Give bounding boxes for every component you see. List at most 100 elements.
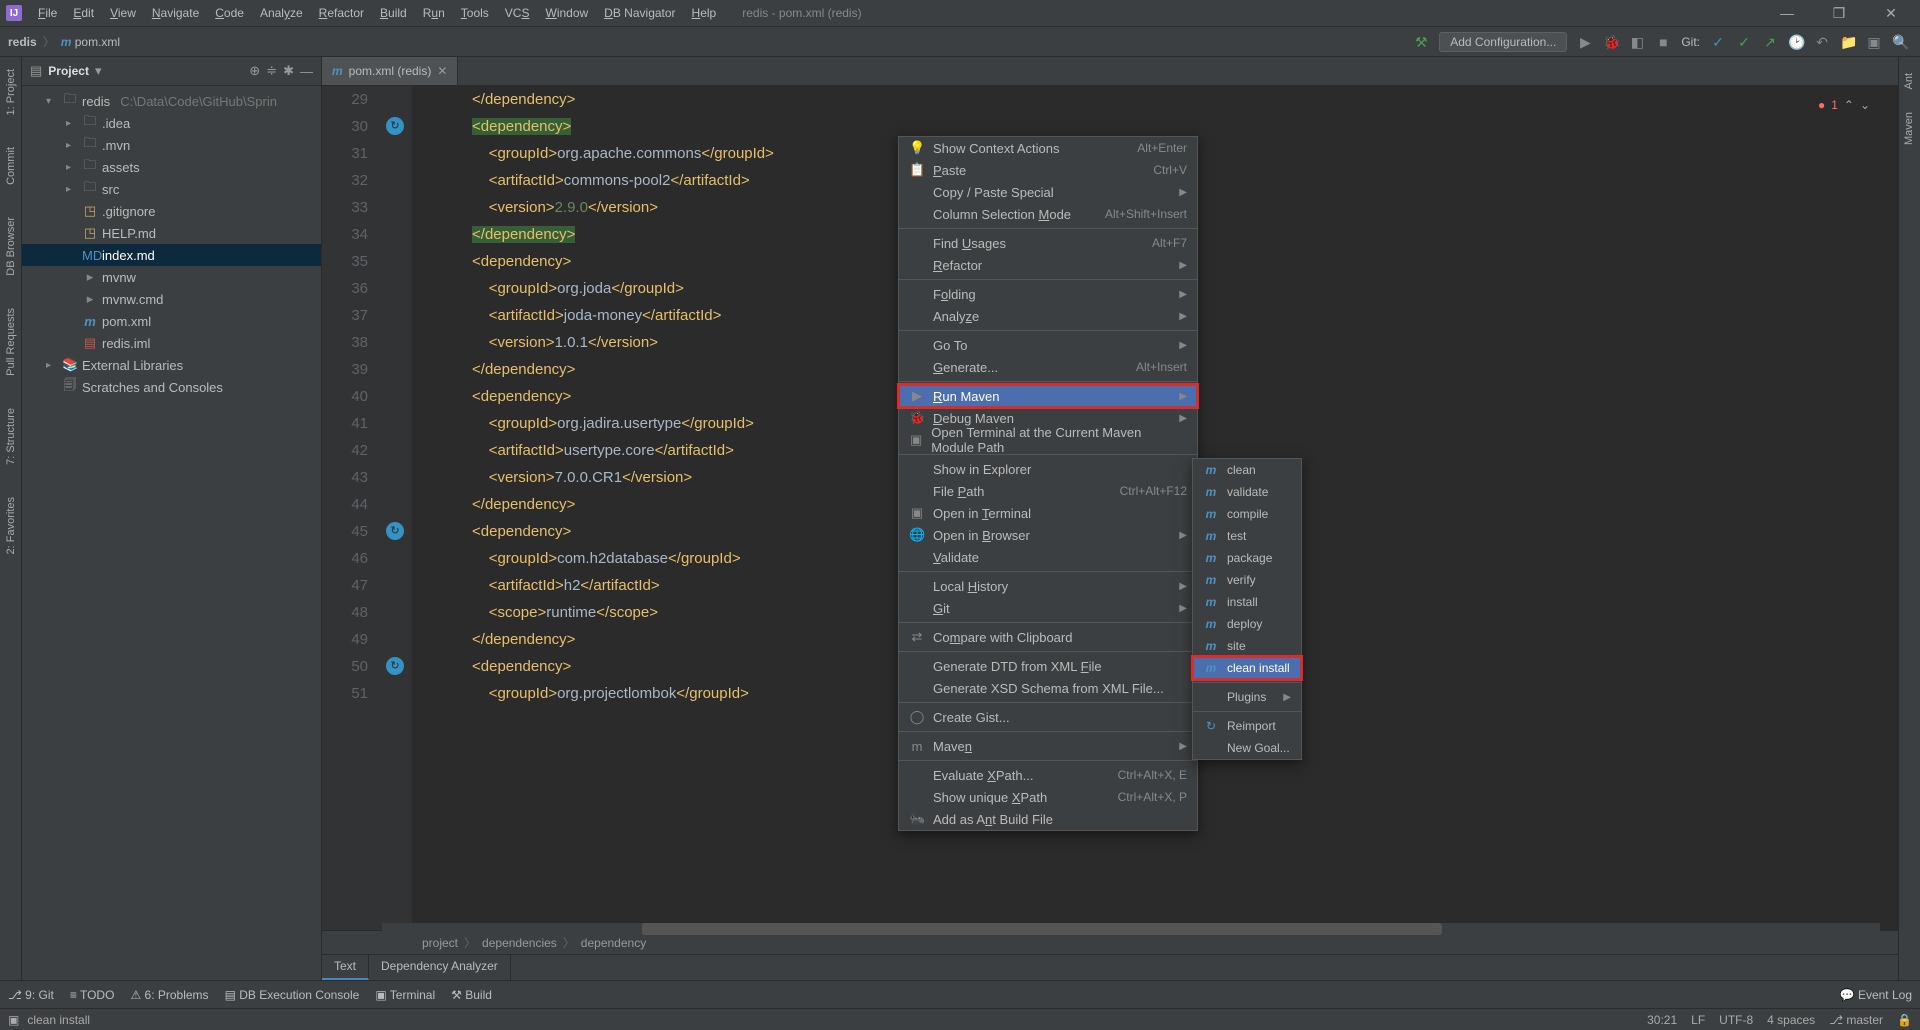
tool-build[interactable]: ⚒ Build: [451, 988, 492, 1002]
tree-item-redis[interactable]: ▾🗀redisC:\Data\Code\GitHub\Sprin: [22, 90, 321, 112]
ctx-local-history[interactable]: Local History▶: [899, 575, 1197, 597]
maven-new-goal[interactable]: New Goal...: [1193, 737, 1301, 759]
tree-item-redis-iml[interactable]: ▤redis.iml: [22, 332, 321, 354]
close-tab-icon[interactable]: ✕: [437, 64, 447, 78]
tree-item-help-md[interactable]: ◳HELP.md: [22, 222, 321, 244]
run-icon[interactable]: ▶: [1577, 34, 1593, 50]
stop-icon[interactable]: ■: [1655, 34, 1671, 50]
menu-navigate[interactable]: Navigate: [144, 3, 207, 23]
chevron-down-icon[interactable]: ▾: [95, 63, 102, 79]
tree-item-mvnw-cmd[interactable]: ▸mvnw.cmd: [22, 288, 321, 310]
tool-eventlog[interactable]: 💬 Event Log: [1840, 988, 1912, 1002]
maven-goal-compile[interactable]: mcompile: [1193, 503, 1301, 525]
ctx-refactor[interactable]: Refactor▶: [899, 254, 1197, 276]
maximize-button[interactable]: ❐: [1822, 5, 1856, 22]
menu-analyze[interactable]: Analyze: [252, 3, 311, 23]
left-tool-7--structure[interactable]: 7: Structure: [5, 402, 17, 471]
ctx-validate[interactable]: Validate: [899, 546, 1197, 568]
run-marker-icon[interactable]: [386, 522, 404, 540]
ctx-create-gist-[interactable]: ◯Create Gist...: [899, 706, 1197, 728]
tree-item-assets[interactable]: ▸🗀assets: [22, 156, 321, 178]
select-opened-icon[interactable]: ⊕: [249, 63, 260, 79]
maven-goal-install[interactable]: minstall: [1193, 591, 1301, 613]
ctx-show-context-actions[interactable]: 💡Show Context ActionsAlt+Enter: [899, 137, 1197, 159]
menu-help[interactable]: Help: [684, 3, 725, 23]
error-indicator[interactable]: ● 1 ⌃ ⌄: [1818, 92, 1870, 119]
menu-vcs[interactable]: VCS: [497, 3, 538, 23]
ctx-compare-with-clipboard[interactable]: ⇄Compare with Clipboard: [899, 626, 1197, 648]
tool-terminal[interactable]: ▣ Terminal: [375, 988, 435, 1002]
run-marker-icon[interactable]: [386, 117, 404, 135]
tree-item-index-md[interactable]: MDindex.md: [22, 244, 321, 266]
ctx-add-as-ant-build-file[interactable]: 🐜Add as Ant Build File: [899, 808, 1197, 830]
ctx-column-selection-mode[interactable]: Column Selection ModeAlt+Shift+Insert: [899, 203, 1197, 225]
tool-git[interactable]: ⎇ 9: Git: [8, 988, 54, 1002]
maven-goal-deploy[interactable]: mdeploy: [1193, 613, 1301, 635]
right-tool-ant[interactable]: Ant: [1903, 67, 1915, 96]
encoding[interactable]: UTF-8: [1719, 1013, 1753, 1027]
ctx-file-path[interactable]: File PathCtrl+Alt+F12: [899, 480, 1197, 502]
tree-item-mvnw[interactable]: ▸mvnw: [22, 266, 321, 288]
breadcrumb-root[interactable]: redis: [4, 35, 41, 49]
project-tree[interactable]: ▾🗀redisC:\Data\Code\GitHub\Sprin▸🗀.idea▸…: [22, 86, 321, 402]
left-tool-commit[interactable]: Commit: [5, 141, 17, 191]
git-update-icon[interactable]: ✓: [1710, 34, 1726, 50]
menu-view[interactable]: View: [102, 3, 144, 23]
ctx-run-maven[interactable]: ▶Run Maven▶: [899, 385, 1197, 407]
tool-db[interactable]: ▤ DB Execution Console: [225, 988, 360, 1002]
right-tool-maven[interactable]: Maven: [1903, 106, 1915, 151]
maven-goal-site[interactable]: msite: [1193, 635, 1301, 657]
maven-goal-clean[interactable]: mclean: [1193, 459, 1301, 481]
ctx-git[interactable]: Git▶: [899, 597, 1197, 619]
history-icon[interactable]: 🕑: [1788, 34, 1804, 50]
maven-goal-clean-install[interactable]: mclean install: [1193, 657, 1301, 679]
left-tool-2--favorites[interactable]: 2: Favorites: [5, 491, 17, 560]
ctx-evaluate-xpath-[interactable]: Evaluate XPath...Ctrl+Alt+X, E: [899, 764, 1197, 786]
settings-icon[interactable]: ✱: [283, 63, 294, 79]
breadcrumb-project[interactable]: project: [422, 936, 458, 950]
menu-db-navigator[interactable]: DB Navigator: [596, 3, 683, 23]
status-icon[interactable]: ▣: [8, 1013, 19, 1027]
left-tool-1--project[interactable]: 1: Project: [5, 63, 17, 121]
menu-code[interactable]: Code: [207, 3, 252, 23]
git-branch[interactable]: ⎇ master: [1829, 1013, 1883, 1027]
breadcrumb-dependencies[interactable]: dependencies: [482, 936, 557, 950]
close-button[interactable]: ✕: [1874, 5, 1908, 22]
maven-goal-test[interactable]: mtest: [1193, 525, 1301, 547]
coverage-icon[interactable]: ◧: [1629, 34, 1645, 50]
ctx-open-terminal-at-the-current-maven-module-path[interactable]: ▣Open Terminal at the Current Maven Modu…: [899, 429, 1197, 451]
add-configuration-button[interactable]: Add Configuration...: [1439, 32, 1567, 52]
menu-window[interactable]: Window: [537, 3, 596, 23]
maven-reimport[interactable]: ↻Reimport: [1193, 715, 1301, 737]
project-panel-title[interactable]: Project: [48, 64, 89, 78]
ide-settings-icon[interactable]: ▣: [1866, 34, 1882, 50]
ctx-analyze[interactable]: Analyze▶: [899, 305, 1197, 327]
menu-edit[interactable]: Edit: [65, 3, 102, 23]
maven-goal-verify[interactable]: mverify: [1193, 569, 1301, 591]
git-commit-icon[interactable]: ✓: [1736, 34, 1752, 50]
ctx-maven[interactable]: mMaven▶: [899, 735, 1197, 757]
tree-item-scratches-and-consoles[interactable]: 🗐Scratches and Consoles: [22, 376, 321, 398]
ctx-generate-dtd-from-xml-file[interactable]: Generate DTD from XML File: [899, 655, 1197, 677]
context-menu[interactable]: 💡Show Context ActionsAlt+Enter📋PasteCtrl…: [898, 136, 1198, 831]
run-maven-submenu[interactable]: mcleanmvalidatemcompilemtestmpackagemver…: [1192, 458, 1302, 760]
ctx-find-usages[interactable]: Find UsagesAlt+F7: [899, 232, 1197, 254]
ctx-open-in-terminal[interactable]: ▣Open in Terminal: [899, 502, 1197, 524]
left-tool-pull-requests[interactable]: Pull Requests: [5, 302, 17, 382]
lock-icon[interactable]: 🔒: [1897, 1013, 1912, 1027]
breadcrumb-dependency[interactable]: dependency: [581, 936, 646, 950]
menu-file[interactable]: File: [30, 3, 65, 23]
tree-item-src[interactable]: ▸🗀src: [22, 178, 321, 200]
prev-error-icon[interactable]: ⌃: [1844, 92, 1854, 119]
vcs-icon[interactable]: 📁: [1840, 34, 1856, 50]
search-icon[interactable]: 🔍: [1892, 34, 1908, 50]
ctx-generate-[interactable]: Generate...Alt+Insert: [899, 356, 1197, 378]
caret-position[interactable]: 30:21: [1647, 1013, 1677, 1027]
ctx-folding[interactable]: Folding▶: [899, 283, 1197, 305]
ctx-show-unique-xpath[interactable]: Show unique XPathCtrl+Alt+X, P: [899, 786, 1197, 808]
menu-build[interactable]: Build: [372, 3, 415, 23]
debug-icon[interactable]: 🐞: [1603, 34, 1619, 50]
build-icon[interactable]: ⚒: [1413, 34, 1429, 50]
left-tool-db-browser[interactable]: DB Browser: [5, 211, 17, 282]
expand-icon[interactable]: ≑: [266, 63, 277, 79]
